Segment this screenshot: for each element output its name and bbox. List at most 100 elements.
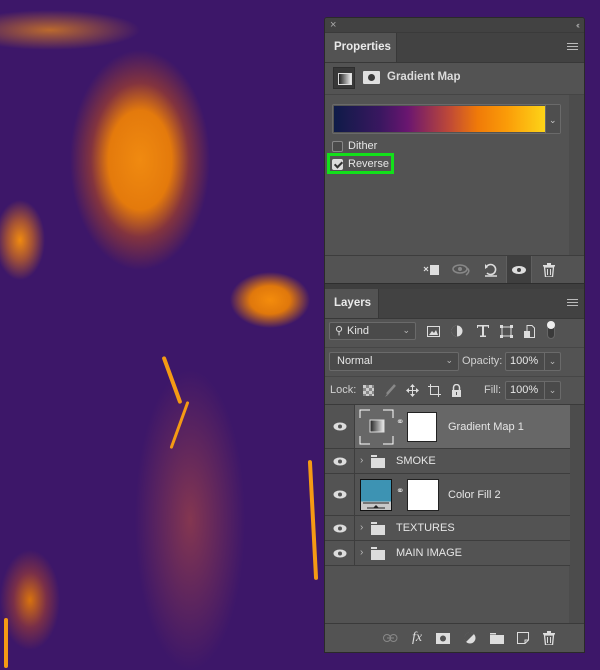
expand-group-icon[interactable]: › bbox=[360, 547, 363, 558]
properties-scrollbar[interactable] bbox=[569, 95, 584, 255]
chevron-down-icon: ⌄ bbox=[445, 355, 453, 365]
layer-name: Color Fill 2 bbox=[448, 488, 501, 501]
blend-mode-value: Normal bbox=[337, 355, 373, 367]
layer-color-fill-2[interactable]: ⚭ Color Fill 2 bbox=[325, 474, 570, 516]
layers-list: ⚭ Gradient Map 1 › SMOKE ⚭ Color Fill 2 bbox=[325, 404, 584, 652]
lock-artboard-icon[interactable] bbox=[427, 383, 441, 397]
layer-name: TEXTURES bbox=[396, 522, 455, 534]
delete-icon[interactable] bbox=[536, 256, 562, 283]
blend-row: Normal ⌄ Opacity: 100% ⌄ bbox=[325, 347, 584, 376]
layer-name: MAIN IMAGE bbox=[396, 547, 463, 559]
dither-checkbox-row[interactable]: Dither bbox=[332, 138, 377, 154]
layers-scrollbar[interactable] bbox=[569, 405, 584, 623]
fill-thumbnail[interactable] bbox=[360, 479, 392, 511]
mask-icon[interactable] bbox=[363, 71, 380, 84]
folder-icon bbox=[371, 522, 385, 535]
opacity-value: 100% bbox=[510, 355, 539, 367]
eye-icon bbox=[333, 549, 346, 557]
opacity-input[interactable]: 100% bbox=[505, 352, 545, 371]
close-panel-icon[interactable]: × bbox=[330, 18, 336, 32]
blend-mode-select[interactable]: Normal ⌄ bbox=[329, 352, 459, 371]
lock-row: Lock: Fill: 100% ⌄ bbox=[325, 376, 584, 404]
lock-label: Lock: bbox=[330, 384, 357, 396]
clip-to-layer-icon[interactable] bbox=[419, 256, 445, 283]
fx-icon[interactable]: fx bbox=[409, 630, 425, 645]
layers-tabrow: Layers bbox=[325, 289, 584, 319]
properties-body: ⌄ Dither Reverse bbox=[325, 95, 584, 255]
chevron-down-icon: ⌄ bbox=[549, 115, 557, 125]
canvas-highlight bbox=[307, 459, 319, 581]
layer-smoke[interactable]: › SMOKE bbox=[325, 449, 570, 474]
gradient-dropdown-button[interactable]: ⌄ bbox=[545, 105, 560, 133]
filter-pixel-icon[interactable] bbox=[426, 324, 440, 338]
folder-icon bbox=[371, 455, 385, 468]
fill-dropdown[interactable]: ⌄ bbox=[545, 381, 561, 400]
adjustment-thumbnail[interactable] bbox=[359, 409, 394, 445]
mask-link-icon[interactable]: ⚭ bbox=[396, 486, 404, 497]
properties-header: Gradient Map bbox=[325, 63, 584, 95]
properties-footer bbox=[325, 255, 584, 283]
reverse-highlight-box bbox=[327, 153, 394, 174]
canvas-highlight bbox=[169, 400, 190, 450]
layer-gradient-map-1[interactable]: ⚭ Gradient Map 1 bbox=[325, 405, 570, 449]
adjustment-layer-icon[interactable] bbox=[462, 631, 478, 645]
panel-menu-icon[interactable] bbox=[567, 43, 578, 52]
link-layers-icon[interactable] bbox=[382, 631, 398, 645]
tab-properties[interactable]: Properties bbox=[325, 33, 397, 62]
eye-icon bbox=[333, 457, 346, 465]
chevron-down-icon: ⌄ bbox=[402, 325, 410, 335]
layer-filter-row: ⚲ Kind ⌄ bbox=[325, 319, 584, 347]
gradient-picker[interactable]: ⌄ bbox=[332, 104, 561, 134]
eye-icon bbox=[333, 422, 346, 431]
panel-titlebar: × ‹‹ bbox=[325, 18, 584, 33]
opacity-label: Opacity: bbox=[462, 355, 503, 367]
properties-tabrow: Properties bbox=[325, 33, 584, 63]
canvas-highlight bbox=[161, 355, 183, 405]
search-icon: ⚲ bbox=[335, 325, 344, 337]
filter-shape-icon[interactable] bbox=[499, 324, 513, 338]
new-group-icon[interactable] bbox=[489, 631, 505, 645]
filter-toggle[interactable] bbox=[547, 321, 555, 339]
opacity-dropdown[interactable]: ⌄ bbox=[545, 352, 561, 371]
delete-layer-icon[interactable] bbox=[541, 631, 557, 645]
reset-icon[interactable] bbox=[478, 256, 504, 283]
layer-mask-thumbnail[interactable] bbox=[407, 479, 439, 511]
new-layer-icon[interactable] bbox=[515, 631, 531, 645]
layers-footer: fx bbox=[325, 623, 584, 652]
dither-checkbox[interactable] bbox=[332, 140, 343, 152]
collapse-panel-icon[interactable]: ‹‹ bbox=[576, 18, 580, 32]
layer-mask-thumbnail[interactable] bbox=[407, 412, 437, 442]
add-mask-icon[interactable] bbox=[435, 631, 451, 645]
layer-visibility-toggle[interactable] bbox=[325, 449, 355, 473]
visibility-icon[interactable] bbox=[506, 256, 532, 283]
lock-all-icon[interactable] bbox=[449, 383, 463, 397]
lock-position-icon[interactable] bbox=[405, 383, 419, 397]
dither-label: Dither bbox=[348, 140, 378, 152]
fill-input[interactable]: 100% bbox=[505, 381, 545, 400]
lock-transparent-pixels-icon[interactable] bbox=[361, 383, 375, 397]
tab-layers[interactable]: Layers bbox=[325, 289, 379, 318]
expand-group-icon[interactable]: › bbox=[360, 455, 363, 466]
layer-main-image[interactable]: › MAIN IMAGE bbox=[325, 541, 570, 566]
layer-visibility-toggle[interactable] bbox=[325, 405, 355, 448]
filter-adjustment-icon[interactable] bbox=[450, 324, 464, 338]
lock-image-pixels-icon[interactable] bbox=[383, 383, 397, 397]
layer-visibility-toggle[interactable] bbox=[325, 541, 355, 565]
mask-link-icon[interactable]: ⚭ bbox=[396, 417, 404, 428]
gradient-map-adjustment-icon[interactable] bbox=[333, 67, 355, 89]
canvas-highlight bbox=[4, 618, 8, 668]
gradient-preview[interactable] bbox=[334, 106, 545, 132]
filter-type-icon[interactable] bbox=[476, 324, 490, 338]
layer-visibility-toggle[interactable] bbox=[325, 516, 355, 540]
fill-label: Fill: bbox=[484, 384, 502, 396]
filter-kind-select[interactable]: ⚲ Kind ⌄ bbox=[329, 322, 416, 340]
layer-visibility-toggle[interactable] bbox=[325, 474, 355, 515]
adjustment-title: Gradient Map bbox=[387, 71, 461, 83]
layer-name: Gradient Map 1 bbox=[448, 420, 524, 433]
layer-textures[interactable]: › TEXTURES bbox=[325, 516, 570, 541]
view-previous-state-icon[interactable] bbox=[449, 256, 475, 283]
folder-icon bbox=[371, 547, 385, 560]
layers-menu-icon[interactable] bbox=[567, 299, 578, 308]
expand-group-icon[interactable]: › bbox=[360, 522, 363, 533]
filter-smart-object-icon[interactable] bbox=[522, 324, 536, 338]
